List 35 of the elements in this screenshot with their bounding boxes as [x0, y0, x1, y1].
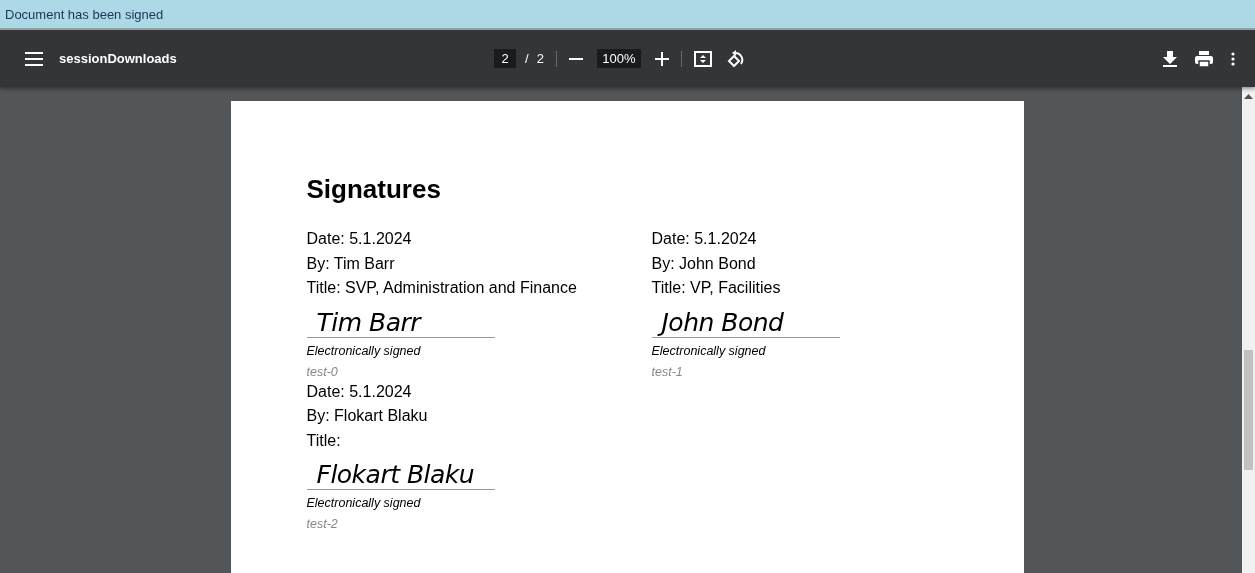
menu-icon[interactable]: [25, 51, 43, 66]
zoom-field[interactable]: 100%: [596, 49, 641, 68]
signature-note: Electronically signed: [306, 495, 421, 511]
date-line: Date: 5.1.2024: [651, 229, 757, 249]
scrollbar-thumb[interactable]: [1244, 350, 1253, 470]
handwritten-signature: Tim Barr: [306, 308, 495, 338]
handwritten-signature: John Bond: [651, 308, 840, 338]
rotate-icon[interactable]: [725, 49, 744, 68]
signature-id: test-0: [306, 363, 338, 380]
signature-note: Electronically signed: [306, 342, 421, 359]
status-message: Document has been signed: [5, 7, 164, 22]
handwritten-signature: Flokart Blaku: [306, 461, 495, 490]
fit-page-icon[interactable]: [693, 50, 712, 67]
signature-id: test-1: [651, 363, 683, 380]
more-options-icon[interactable]: [1231, 51, 1235, 66]
date-line: Date: 5.1.2024: [306, 229, 412, 249]
scrollbar[interactable]: [1242, 87, 1255, 573]
download-icon[interactable]: [1163, 50, 1177, 67]
signer-title: Title:: [306, 430, 341, 451]
signer-name: By: John Bond: [651, 253, 756, 274]
page-count: 2: [536, 51, 544, 66]
page-number-field[interactable]: 2: [494, 49, 516, 68]
print-icon[interactable]: [1195, 50, 1213, 67]
date-line: Date: 5.1.2024: [306, 381, 412, 402]
signature-id: test-2: [306, 516, 338, 532]
page-separator: /: [525, 51, 529, 66]
signer-title: Title: VP, Facilities: [651, 278, 781, 298]
zoom-in-icon[interactable]: [654, 51, 669, 66]
page-heading: Signatures: [306, 174, 442, 205]
signer-name: By: Flokart Blaku: [306, 406, 428, 426]
signer-name: By: Tim Barr: [306, 253, 395, 274]
signature-note: Electronically signed: [651, 342, 766, 359]
document-title: sessionDownloads: [59, 51, 177, 66]
scroll-up-icon[interactable]: [1244, 93, 1253, 99]
signer-title: Title: SVP, Administration and Finance: [306, 278, 577, 298]
